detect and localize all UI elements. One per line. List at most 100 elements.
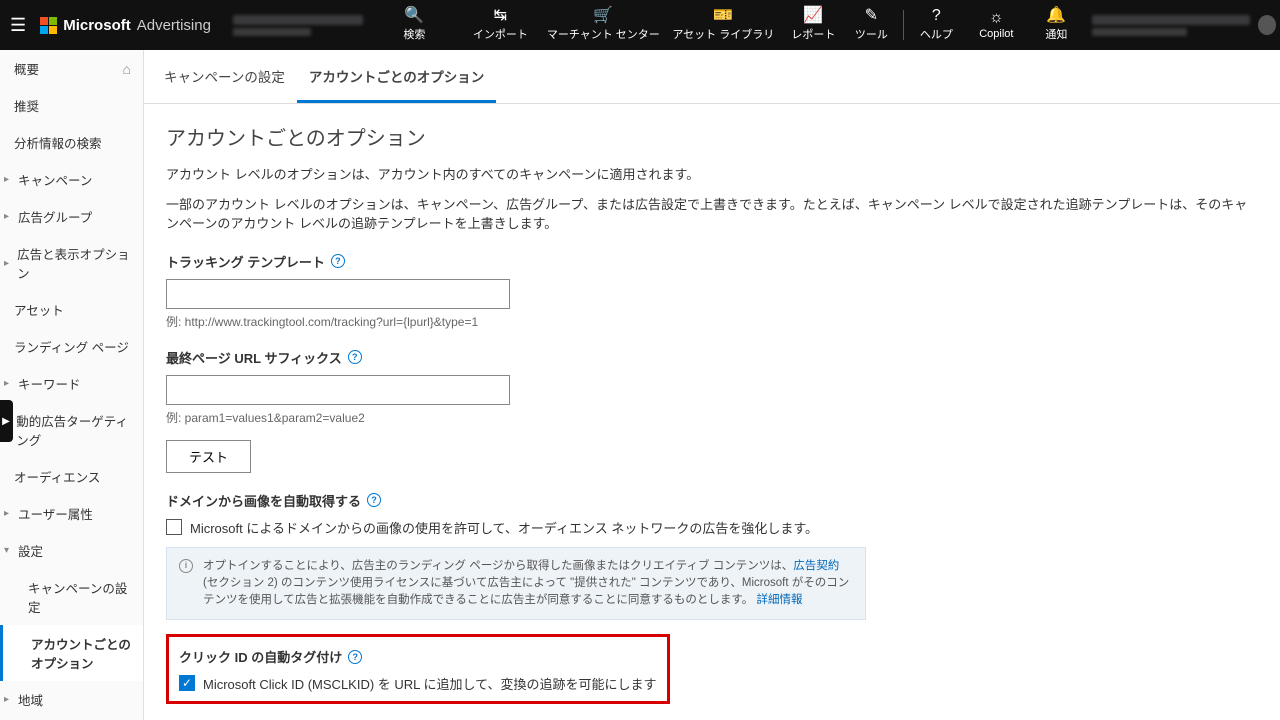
sidebar-settings[interactable]: ▾設定 — [0, 532, 143, 569]
sidebar-region[interactable]: ▸地域 — [0, 681, 143, 718]
nav-search[interactable]: 🔍 検索 — [371, 2, 457, 48]
domain-image-checkbox-label: Microsoft によるドメインからの画像の使用を許可して、オーディエンス ネ… — [190, 518, 818, 537]
search-icon: 🔍 — [404, 8, 424, 24]
brand-text-2: Advertising — [137, 17, 211, 34]
page-title: アカウントごとのオプション — [166, 122, 1258, 151]
domain-image-label: ドメインから画像を自動取得する — [166, 491, 361, 510]
nav-help[interactable]: ? ヘルプ — [908, 2, 964, 48]
domain-image-checkbox[interactable] — [166, 519, 182, 535]
sidebar-label: キーワード — [18, 374, 81, 393]
nav-notif[interactable]: 🔔通知 — [1028, 2, 1084, 48]
sidebar-landing[interactable]: ランディング ページ — [0, 328, 143, 365]
sidebar-dynamic[interactable]: ▸動的広告ターゲティング — [0, 402, 143, 458]
ad-contract-link[interactable]: 広告契約 — [793, 560, 839, 572]
click-id-checkbox-label: Microsoft Click ID (MSCLKID) を URL に追加して… — [203, 674, 657, 693]
sidebar-expand-handle[interactable]: ▶ — [0, 400, 13, 442]
nav-copilot[interactable]: ☼ Copilot — [964, 2, 1028, 48]
domain-image-group: ドメインから画像を自動取得する? Microsoft によるドメインからの画像の… — [166, 491, 1258, 621]
help-icon[interactable]: ? — [331, 254, 345, 268]
menu-icon[interactable]: ☰ — [0, 15, 36, 36]
sidebar-label: 推奨 — [14, 96, 39, 115]
sidebar-account-options[interactable]: アカウントごとのオプション — [0, 625, 143, 681]
nav-label: ヘルプ — [920, 26, 953, 42]
nav-report[interactable]: 📈 レポート — [783, 2, 843, 48]
sidebar-label: 概要 — [14, 59, 39, 78]
user-menu[interactable] — [1084, 15, 1258, 36]
help-icon[interactable]: ? — [348, 350, 362, 364]
nav-asset-library[interactable]: 🎫 アセット ライブラリ — [663, 2, 783, 48]
chart-icon: 📈 — [803, 8, 823, 24]
tracking-template-group: トラッキング テンプレート? 例: http://www.trackingtoo… — [166, 252, 1258, 330]
tab-account-options[interactable]: アカウントごとのオプション — [297, 50, 496, 103]
click-id-highlight: クリック ID の自動タグ付け? ✓ Microsoft Click ID (M… — [166, 634, 670, 704]
top-nav: 🔍 検索 ↹ インポート 🛒 マーチャント センター 🎫 アセット ライブラリ 📈 レポー… — [371, 2, 1084, 48]
nav-tool[interactable]: ✎ ツール — [843, 2, 899, 48]
sidebar-label: 地域 — [18, 690, 43, 709]
sidebar-label: オーディエンス — [14, 467, 100, 486]
sidebar-label: 広告グループ — [18, 207, 92, 226]
chevron-right-icon: ▸ — [4, 694, 16, 705]
avatar[interactable] — [1258, 15, 1276, 35]
sidebar-adgroup[interactable]: ▸広告グループ — [0, 198, 143, 235]
sidebar-userattr[interactable]: ▸ユーザー属性 — [0, 495, 143, 532]
wrench-icon: ✎ — [865, 8, 878, 24]
brand[interactable]: Microsoft Advertising — [36, 17, 221, 34]
sidebar-campaign-settings[interactable]: キャンペーンの設定 — [0, 569, 143, 625]
sidebar-label: 広告と表示オプション — [17, 244, 133, 282]
copilot-icon: ☼ — [989, 10, 1004, 26]
sidebar-campaign[interactable]: ▸キャンペーン — [0, 161, 143, 198]
url-suffix-hint: 例: param1=values1&param2=value2 — [166, 409, 1258, 426]
tracking-template-label: トラッキング テンプレート — [166, 252, 325, 271]
sidebar-audience[interactable]: オーディエンス — [0, 458, 143, 495]
sidebar-keyword[interactable]: ▸キーワード — [0, 365, 143, 402]
main-content: キャンペーンの設定 アカウントごとのオプション アカウントごとのオプション アカ… — [144, 50, 1280, 720]
page-desc-2: 一部のアカウント レベルのオプションは、キャンペーン、広告グループ、または広告設… — [166, 195, 1258, 234]
library-icon: 🎫 — [713, 8, 733, 24]
tabs: キャンペーンの設定 アカウントごとのオプション — [144, 50, 1280, 104]
chevron-right-icon: ▸ — [4, 211, 16, 222]
tracking-template-input[interactable] — [166, 279, 510, 309]
chevron-right-icon: ▸ — [4, 378, 16, 389]
sidebar-label: ランディング ページ — [14, 337, 129, 356]
chevron-right-icon: ▸ — [4, 508, 16, 519]
nav-label: レポート — [791, 26, 835, 42]
cart-icon: 🛒 — [593, 8, 613, 24]
nav-label: 検索 — [403, 26, 425, 42]
test-button[interactable]: テスト — [166, 440, 251, 473]
help-icon[interactable]: ? — [348, 650, 362, 664]
nav-label: インポート — [473, 26, 528, 42]
info-text: オプトインすることにより、広告主のランディング ページから取得した画像またはクリ… — [203, 560, 793, 572]
brand-text-1: Microsoft — [63, 17, 131, 34]
click-id-checkbox[interactable]: ✓ — [179, 675, 195, 691]
microsoft-logo-icon — [40, 17, 57, 34]
nav-import[interactable]: ↹ インポート — [457, 2, 543, 48]
sidebar-insights[interactable]: 分析情報の検索 — [0, 124, 143, 161]
nav-label: マーチャント センター — [547, 26, 660, 42]
sidebar-adsopts[interactable]: ▸広告と表示オプション — [0, 235, 143, 291]
nav-label: Copilot — [979, 28, 1013, 40]
help-icon[interactable]: ? — [367, 493, 381, 507]
sidebar-recommend[interactable]: 推奨 — [0, 87, 143, 124]
account-switcher[interactable] — [225, 0, 371, 50]
sidebar-overview[interactable]: 概要 ⌂ — [0, 50, 143, 87]
help-icon: ? — [932, 8, 941, 24]
nav-label: 通知 — [1045, 26, 1067, 42]
separator — [903, 10, 904, 40]
tab-campaign-settings[interactable]: キャンペーンの設定 — [152, 50, 297, 103]
sidebar-label: アセット — [14, 300, 64, 319]
details-link[interactable]: 詳細情報 — [756, 594, 802, 606]
sidebar-label: ユーザー属性 — [18, 504, 93, 523]
nav-merchant[interactable]: 🛒 マーチャント センター — [543, 2, 663, 48]
info-icon: i — [179, 559, 193, 573]
nav-label: アセット ライブラリ — [672, 26, 774, 42]
home-icon: ⌂ — [123, 61, 131, 77]
sidebar: ▶ 概要⌂ 推奨 分析情報の検索 ▸キャンペーン ▸広告グループ ▸広告と表示オ… — [0, 50, 144, 720]
import-icon: ↹ — [494, 8, 507, 24]
url-suffix-input[interactable] — [166, 375, 510, 405]
nav-label: ツール — [855, 26, 888, 42]
sidebar-label: キャンペーン — [18, 170, 92, 189]
click-id-label: クリック ID の自動タグ付け — [179, 647, 342, 666]
sidebar-asset[interactable]: アセット — [0, 291, 143, 328]
domain-image-info: i オプトインすることにより、広告主のランディング ページから取得した画像または… — [166, 547, 866, 621]
sidebar-label: キャンペーンの設定 — [28, 578, 133, 616]
